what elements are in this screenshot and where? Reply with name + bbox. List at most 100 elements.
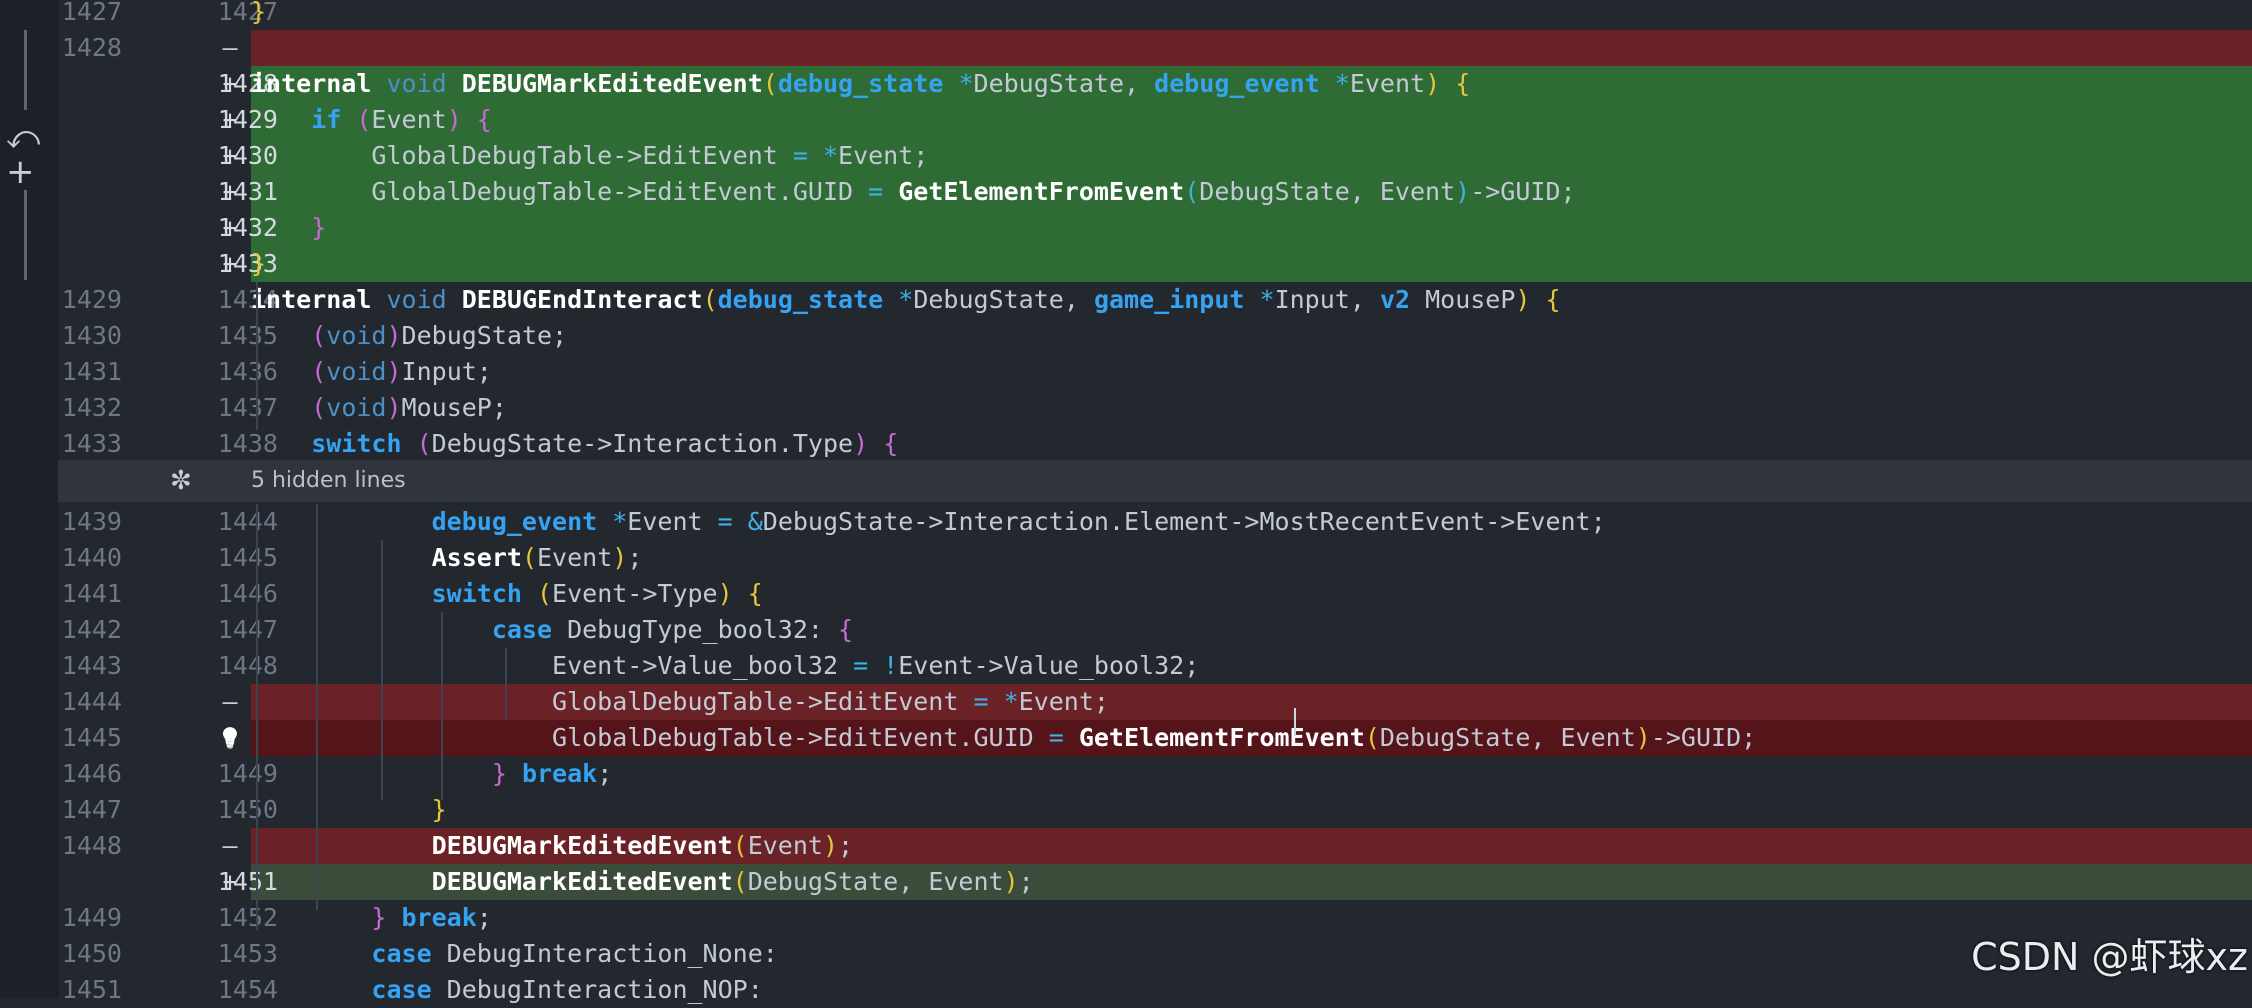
diff-line[interactable]: 1448 — DEBUGMarkEditedEvent(Event); (58, 828, 2252, 864)
code-text: GlobalDebugTable->EditEvent.GUID = GetEl… (251, 174, 1575, 210)
diff-line[interactable]: 1449 1452 } break; (58, 900, 2252, 936)
diff-line[interactable]: 1429 + if (Event) { (58, 102, 2252, 138)
diff-line[interactable]: 1444 — GlobalDebugTable->EditEvent = *Eve… (58, 684, 2252, 720)
code-token: void (386, 69, 462, 98)
old-line-number: 1448 (61, 831, 122, 860)
diff-line[interactable]: 1432 + } (58, 210, 2252, 246)
watermark: CSDN @虾球xz (1971, 935, 2248, 979)
old-line-number: 1447 (61, 795, 122, 824)
diff-line[interactable]: 1427 1427} (58, 0, 2252, 30)
diff-line[interactable]: 1439 1444 debug_event *Event = &DebugStat… (58, 504, 2252, 540)
code-token: = (1048, 723, 1079, 752)
code-token: DebugState, Event (1199, 177, 1456, 206)
code-token: DEBUGMarkEditedEvent (461, 69, 763, 98)
diff-line[interactable]: 1430 + GlobalDebugTable->EditEvent = *Eve… (58, 138, 2252, 174)
code-token: { (868, 429, 899, 458)
code-token: ! (883, 651, 899, 680)
diff-line[interactable]: 1433 +} (58, 246, 2252, 282)
diff-line[interactable]: 1451 + DEBUGMarkEditedEvent(DebugState, E… (58, 864, 2252, 900)
code-token: ) (386, 357, 402, 386)
diff-line[interactable]: 1431 + GlobalDebugTable->EditEvent.GUID =… (58, 174, 2252, 210)
indent-guide (381, 540, 383, 800)
code-token: MouseP (1425, 285, 1516, 314)
code-text: switch (DebugState->Interaction.Type) { (251, 426, 898, 462)
old-line-number: 1432 (61, 393, 122, 422)
diff-line[interactable]: 1447 1450 } (58, 792, 2252, 828)
code-text: (void)MouseP; (251, 390, 507, 426)
code-text: switch (Event->Type) { (251, 576, 763, 612)
code-token: ) (1455, 177, 1471, 206)
unfold-icon[interactable]: ✼ (170, 460, 192, 502)
diff-line[interactable]: 1429 1434 internal void DEBUGEndInteract(d… (58, 282, 2252, 318)
code-token: void (326, 393, 387, 422)
old-line-number: 1443 (61, 651, 122, 680)
diff-line[interactable]: 1428 — (58, 30, 2252, 66)
diff-line[interactable]: 1443 1448 Event->Value_bool32 = !Event->V… (58, 648, 2252, 684)
code-token: ( (251, 357, 327, 386)
code-token: DebugType_bool32: (567, 615, 839, 644)
diff-line[interactable]: 1446 1449 } break; (58, 756, 2252, 792)
diff-line[interactable]: 1431 1436 (void)Input; (58, 354, 2252, 390)
old-line-number: 1427 (61, 0, 122, 26)
left-rail: ⤺ + (0, 0, 58, 998)
lightbulb-icon[interactable]: 💡 (216, 720, 244, 756)
code-token: { (732, 579, 763, 608)
code-token: switch (251, 579, 537, 608)
code-token: } (251, 795, 447, 824)
code-token: DebugState, (973, 69, 1155, 98)
diff-line[interactable]: 1442 1447 case DebugType_bool32: { (58, 612, 2252, 648)
code-token: GetElementFromEvent (898, 177, 1185, 206)
code-text: } break; (251, 756, 612, 792)
code-token: } (491, 759, 522, 788)
code-token: ) (1635, 723, 1651, 752)
code-token: = (868, 177, 899, 206)
code-token: = (792, 141, 823, 170)
code-token: DEBUGMarkEditedEvent (251, 831, 733, 860)
old-line-number: 1445 (61, 723, 122, 752)
code-token: void (386, 285, 462, 314)
rail-divider-top (24, 30, 27, 110)
code-token: DebugInteraction_NOP: (446, 975, 763, 1004)
code-token: DEBUGEndInteract (461, 285, 703, 314)
old-line-number: 1428 (61, 33, 122, 62)
code-text: case DebugInteraction_NOP: (251, 972, 763, 1008)
diff-line[interactable]: 1428 + internal void DEBUGMarkEditedEvent(… (58, 66, 2252, 102)
hidden-lines-row[interactable]: ✼ 5 hidden lines (58, 460, 2252, 502)
code-token: Event (371, 105, 447, 134)
code-token: break (401, 903, 477, 932)
code-token: { (838, 615, 854, 644)
code-token: GlobalDebugTable->EditEvent (251, 687, 974, 716)
code-token: switch (251, 429, 417, 458)
line-highlight (251, 102, 2252, 138)
diff-marker: + (222, 213, 238, 242)
code-token: ( (732, 831, 748, 860)
code-token: debug_event (251, 507, 613, 536)
plus-icon[interactable]: + (6, 152, 35, 192)
code-text: Event->Value_bool32 = !Event->Value_bool… (251, 648, 1199, 684)
code-token: & (747, 507, 763, 536)
diff-line[interactable]: 1430 1435 (void)DebugState; (58, 318, 2252, 354)
code-token: Event (1349, 69, 1426, 98)
diff-line[interactable]: 1450 1453 case DebugInteraction_None: (58, 936, 2252, 972)
diff-line[interactable]: 1441 1446 switch (Event->Type) { (58, 576, 2252, 612)
code-token: ) (822, 831, 839, 860)
code-text: internal void DEBUGMarkEditedEvent(debug… (251, 66, 1470, 102)
hidden-lines-label: 5 hidden lines (251, 468, 406, 493)
diff-marker: + (222, 249, 238, 278)
code-token: ->GUID; (1650, 723, 1757, 752)
diff-line[interactable]: 1433 1438 switch (DebugState->Interaction… (58, 426, 2252, 462)
code-token: GlobalDebugTable->EditEvent.GUID (251, 177, 869, 206)
diff-view: ⤺ + 1427 1427} 1428 —1428 + internal void DEB… (0, 0, 2252, 1004)
diff-line[interactable]: 1432 1437 (void)MouseP; (58, 390, 2252, 426)
code-token: ; (1018, 867, 1034, 896)
line-highlight (251, 210, 2252, 246)
code-token: * (958, 69, 974, 98)
diff-line[interactable]: 1451 1454 case DebugInteraction_NOP: (58, 972, 2252, 1008)
diff-line[interactable]: 1445 💡 GlobalDebugTable->EditEvent.GUID =… (58, 720, 2252, 756)
indent-guide (505, 648, 507, 720)
code-token: v2 (1379, 285, 1426, 314)
code-token: DebugState, Event (1379, 723, 1636, 752)
old-line-number: 1429 (61, 285, 122, 314)
diff-line[interactable]: 1440 1445 Assert(Event); (58, 540, 2252, 576)
